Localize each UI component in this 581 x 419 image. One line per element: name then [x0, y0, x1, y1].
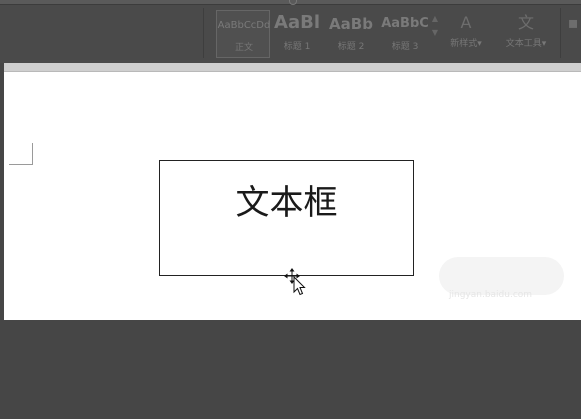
style-sample: AaBl [274, 12, 320, 33]
style-sample: AaBb [329, 15, 373, 33]
ribbon-more-button[interactable]: ▪ [565, 10, 581, 58]
ribbon-toolbar: AaBbCcDd 正文 AaBl 标题 1 AaBb 标题 2 AaBbC 标题… [0, 0, 581, 63]
ribbon-divider [203, 8, 204, 58]
style-heading-3[interactable]: AaBbC 标题 3 [378, 10, 432, 58]
page-top-edge [4, 63, 581, 72]
style-name: 标题 1 [283, 42, 311, 52]
style-sample: AaBbC [381, 16, 429, 31]
style-heading-1[interactable]: AaBl 标题 1 [270, 10, 324, 58]
watermark-text: jingyan.baidu.com [449, 290, 533, 300]
new-style-button[interactable]: A 新样式▾ [443, 10, 489, 58]
style-heading-2[interactable]: AaBb 标题 2 [324, 10, 378, 58]
margin-corner-mark [9, 143, 36, 165]
style-sample: AaBbCcDd [217, 20, 271, 31]
chevron-down-icon[interactable]: ▼ [430, 26, 440, 40]
gallery-scroll[interactable]: ▲ ▼ [430, 12, 440, 56]
dropdown-arrow-icon: ▾ [541, 39, 547, 49]
text-tools-icon: 文 [517, 13, 534, 32]
text-tools-button[interactable]: 文 文本工具▾ [497, 10, 555, 58]
move-cursor-icon [284, 268, 306, 296]
style-name: 标题 3 [391, 42, 419, 52]
text-box[interactable]: 文本框 [159, 160, 414, 276]
more-icon: ▪ [567, 13, 579, 32]
dropdown-arrow-icon: ▾ [477, 39, 482, 49]
style-normal[interactable]: AaBbCcDd 正文 [216, 10, 270, 58]
new-style-label: 新样式 [450, 39, 478, 49]
ribbon-divider [560, 8, 561, 58]
style-name: 正文 [234, 43, 253, 53]
style-name: 标题 2 [337, 42, 365, 52]
style-gallery: AaBbCcDd 正文 AaBl 标题 1 AaBb 标题 2 AaBbC 标题… [208, 10, 438, 58]
text-tools-label: 文本工具 [505, 39, 542, 49]
text-box-content[interactable]: 文本框 [160, 175, 413, 224]
workspace-background [0, 320, 581, 419]
new-style-icon: A [460, 13, 472, 32]
document-page[interactable]: 文本框 jingyan.baidu.com [4, 63, 581, 320]
watermark: jingyan.baidu.com [439, 257, 564, 305]
chevron-up-icon[interactable]: ▲ [430, 12, 440, 26]
